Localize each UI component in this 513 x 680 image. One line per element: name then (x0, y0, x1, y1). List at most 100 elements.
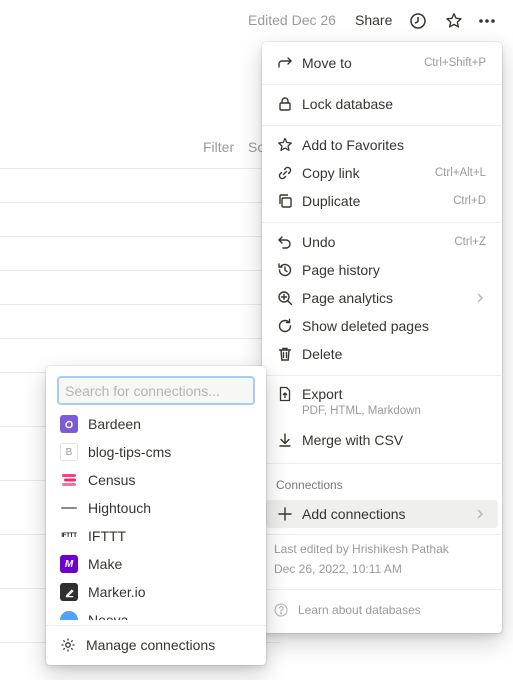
lock-icon (276, 95, 294, 113)
table-row-divider (0, 168, 280, 169)
export-label: Export (302, 386, 343, 402)
connection-name: blog-tips-cms (88, 444, 172, 460)
merge-with-csv-label: Merge with CSV (302, 432, 404, 448)
blog-tips-cms-logo-icon: B (60, 443, 78, 461)
restore-icon (276, 317, 294, 335)
menu-divider (262, 84, 502, 85)
connection-item-hightouch[interactable]: Hightouch (50, 494, 262, 522)
undo-shortcut: Ctrl+Z (454, 236, 486, 248)
chevron-right-icon (477, 293, 483, 303)
make-logo-icon: M (60, 555, 78, 573)
show-deleted-pages-item[interactable]: Show deleted pages (266, 312, 498, 340)
connection-name: IFTTT (88, 528, 127, 544)
page-history-label: Page history (302, 262, 380, 278)
edited-timestamp: Edited Dec 26 (248, 12, 336, 28)
menu-divider (262, 222, 502, 223)
connection-item-neeva[interactable]: Neeva (50, 606, 262, 620)
arrow-turn-right-icon (276, 54, 294, 72)
filter-button[interactable]: Filter (203, 139, 234, 155)
table-row-divider (0, 236, 280, 237)
star-icon[interactable] (444, 11, 464, 31)
page-analytics-label: Page analytics (302, 290, 394, 306)
connection-item-blog-tips-cms[interactable]: B blog-tips-cms (50, 438, 262, 466)
connection-name: Bardeen (88, 416, 141, 432)
page-analytics-item[interactable]: Page analytics (266, 284, 498, 312)
undo-icon (276, 233, 294, 251)
more-icon[interactable] (477, 11, 497, 31)
history-icon (276, 261, 294, 279)
connection-name: Make (88, 556, 123, 572)
connection-item-bardeen[interactable]: Bardeen (50, 410, 262, 438)
export-item[interactable]: Export PDF, HTML, Markdown (266, 380, 498, 424)
connection-name: Census (88, 472, 136, 488)
help-icon (274, 603, 288, 617)
export-formats: PDF, HTML, Markdown (302, 405, 421, 417)
star-icon (276, 136, 294, 154)
chevron-right-icon (477, 509, 483, 519)
arrow-down-to-line-icon (276, 431, 294, 449)
menu-divider (262, 534, 502, 535)
connection-name: Marker.io (88, 584, 146, 600)
last-edited-date: Dec 26, 2022, 10:11 AM (274, 562, 402, 576)
table-row-divider (0, 338, 280, 339)
connection-item-census[interactable]: Census (50, 466, 262, 494)
connections-search-input[interactable] (57, 376, 255, 405)
clock-icon[interactable] (408, 11, 428, 31)
marker-io-logo-icon (60, 583, 78, 601)
menu-divider (262, 589, 502, 590)
table-row-divider (0, 202, 280, 203)
lock-database-label: Lock database (302, 96, 394, 112)
add-to-favorites-item[interactable]: Add to Favorites (266, 131, 498, 159)
connections-list[interactable]: Bardeen B blog-tips-cms Census Hightouch… (46, 410, 266, 620)
plus-icon (276, 505, 294, 523)
add-connections-item[interactable]: Add connections (266, 500, 498, 528)
delete-label: Delete (302, 346, 343, 362)
delete-item[interactable]: Delete (266, 340, 498, 368)
connections-heading: Connections (276, 478, 343, 492)
neeva-logo-icon (60, 611, 78, 620)
ifttt-logo-icon: IFTTT (61, 533, 77, 539)
export-file-icon (276, 385, 294, 403)
link-icon (276, 164, 294, 182)
bardeen-logo-icon (60, 415, 78, 433)
add-to-favorites-label: Add to Favorites (302, 137, 404, 153)
menu-divider (262, 125, 502, 126)
table-row-divider (0, 270, 280, 271)
copy-link-item[interactable]: Copy link Ctrl+Alt+L (266, 159, 498, 187)
last-edited-by: Last edited by Hrishikesh Pathak (274, 542, 449, 556)
connection-name: Hightouch (88, 500, 152, 516)
gear-icon (61, 638, 75, 652)
copy-link-label: Copy link (302, 165, 360, 181)
manage-connections-button[interactable]: Manage connections (50, 631, 262, 659)
duplicate-icon (276, 192, 294, 210)
connections-submenu: Bardeen B blog-tips-cms Census Hightouch… (46, 366, 266, 665)
move-to-item[interactable]: Move to Ctrl+Shift+P (266, 49, 498, 77)
page-options-menu: Move to Ctrl+Shift+P Lock database Add t… (262, 42, 502, 633)
undo-item[interactable]: Undo Ctrl+Z (266, 228, 498, 256)
manage-connections-label: Manage connections (86, 637, 216, 653)
move-to-shortcut: Ctrl+Shift+P (424, 57, 486, 69)
learn-about-databases-label: Learn about databases (298, 603, 421, 617)
menu-divider (262, 463, 502, 464)
share-button[interactable]: Share (355, 12, 392, 28)
connection-item-ifttt[interactable]: IFTTT IFTTT (50, 522, 262, 550)
menu-divider (262, 375, 502, 376)
duplicate-label: Duplicate (302, 193, 361, 209)
learn-about-databases-link[interactable]: Learn about databases (274, 603, 421, 617)
duplicate-item[interactable]: Duplicate Ctrl+D (266, 187, 498, 215)
merge-with-csv-item[interactable]: Merge with CSV (266, 426, 498, 454)
connection-item-marker-io[interactable]: Marker.io (50, 578, 262, 606)
show-deleted-pages-label: Show deleted pages (302, 318, 429, 334)
top-bar: Edited Dec 26 Share (0, 0, 513, 42)
duplicate-shortcut: Ctrl+D (453, 195, 486, 207)
copy-link-shortcut: Ctrl+Alt+L (434, 167, 486, 179)
menu-divider (46, 625, 266, 626)
lock-database-item[interactable]: Lock database (266, 90, 498, 118)
connection-item-make[interactable]: M Make (50, 550, 262, 578)
hightouch-logo-icon (60, 499, 78, 517)
move-to-label: Move to (302, 55, 352, 71)
census-logo-icon (60, 471, 78, 489)
page-history-item[interactable]: Page history (266, 256, 498, 284)
table-row-divider (0, 304, 280, 305)
undo-label: Undo (302, 234, 336, 250)
